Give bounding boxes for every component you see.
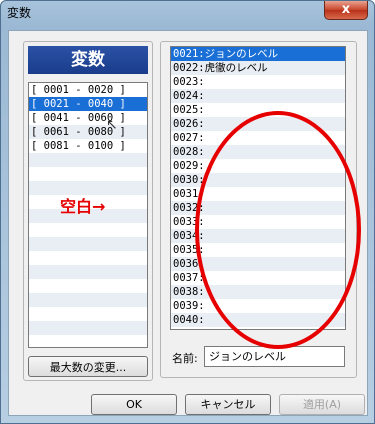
variable-item[interactable]: 0038: [171, 285, 345, 299]
variable-item[interactable]: 0027: [171, 131, 345, 145]
variable-item[interactable]: 0029: [171, 159, 345, 173]
range-empty-row [29, 237, 147, 251]
variable-item[interactable]: 0023: [171, 75, 345, 89]
title-bar[interactable]: 変数 x [1, 1, 374, 23]
range-item[interactable]: [ 0001 - 0020 ] [29, 83, 147, 97]
range-empty-row [29, 223, 147, 237]
change-max-button[interactable]: 最大数の変更... [28, 356, 148, 377]
variable-list[interactable]: 0021:ジョンのレベル 0022:虎徹のレベル 0023: 0024: 0025: 00… [170, 46, 346, 330]
dialog-client: 変数 [ 0001 - 0020 ][ 0021 - 0040 ][ 0041 … [8, 30, 368, 416]
blank-annotation: 空白→ [60, 197, 106, 216]
variable-item[interactable]: 0031: [171, 187, 345, 201]
range-empty-row [29, 293, 147, 307]
close-button[interactable]: x [324, 1, 368, 20]
variable-item[interactable]: 0039: [171, 299, 345, 313]
ok-button[interactable]: OK [91, 394, 177, 415]
range-item[interactable]: [ 0021 - 0040 ] [29, 97, 147, 111]
name-input[interactable]: ジョンのレベル [204, 346, 345, 367]
range-empty-row [29, 335, 147, 347]
window-title: 変数 [7, 6, 32, 20]
panel-header: 変数 [28, 46, 148, 74]
range-empty-row [29, 307, 147, 321]
dialog-window: 変数 x 変数 [ 0001 - 0020 ][ 0021 - 0040 ][ … [0, 0, 375, 424]
range-empty-row [29, 251, 147, 265]
range-empty-row [29, 265, 147, 279]
variable-item[interactable]: 0025: [171, 103, 345, 117]
variable-item[interactable]: 0033: [171, 215, 345, 229]
variable-item[interactable]: 0035: [171, 243, 345, 257]
variable-item[interactable]: 0037: [171, 271, 345, 285]
variable-item[interactable]: 0021:ジョンのレベル [171, 47, 345, 61]
range-item[interactable]: [ 0041 - 0060 ] [29, 111, 147, 125]
variable-item[interactable]: 0030: [171, 173, 345, 187]
variable-item[interactable]: 0040: [171, 313, 345, 327]
range-empty-row [29, 153, 147, 167]
variable-panel: 0021:ジョンのレベル 0022:虎徹のレベル 0023: 0024: 0025: 00… [160, 41, 357, 378]
range-empty-row [29, 167, 147, 181]
variable-item[interactable]: 0034: [171, 229, 345, 243]
variable-item[interactable]: 0026: [171, 117, 345, 131]
range-item[interactable]: [ 0061 - 0080 ] [29, 125, 147, 139]
range-item[interactable]: [ 0081 - 0100 ] [29, 139, 147, 153]
variable-item[interactable]: 0022:虎徹のレベル [171, 61, 345, 75]
range-empty-row [29, 321, 147, 335]
variable-item[interactable]: 0036: [171, 257, 345, 271]
cancel-button[interactable]: キャンセル [185, 394, 271, 415]
range-empty-row [29, 279, 147, 293]
variable-item[interactable]: 0028: [171, 145, 345, 159]
apply-button[interactable]: 適用(A) [279, 394, 365, 415]
variable-item[interactable]: 0024: [171, 89, 345, 103]
mouse-cursor-icon: ↖ [106, 117, 118, 133]
variable-item[interactable]: 0032: [171, 201, 345, 215]
name-label: 名前: [172, 352, 198, 365]
